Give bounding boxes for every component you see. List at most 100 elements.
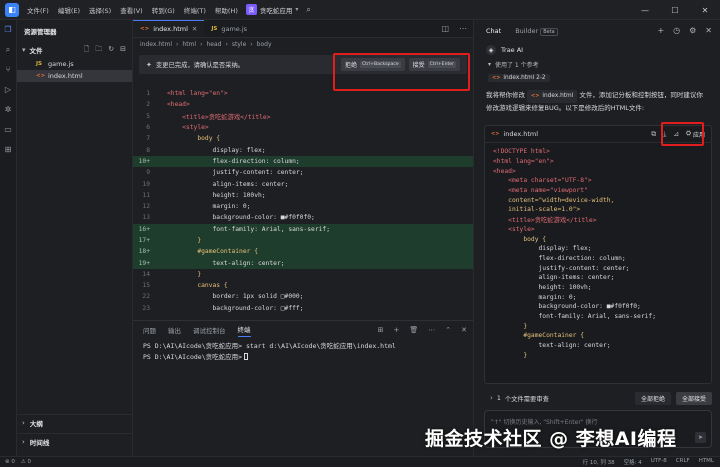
review-buttons: 全部拒绝 全部接受 [634,391,712,405]
breadcrumb-item[interactable]: head [206,41,221,48]
chevron-right-icon: › [22,437,25,446]
extensions-icon[interactable]: ⊞ [3,144,14,155]
collapse-icon[interactable]: ⊟ [120,45,126,56]
breadcrumb: index.html › html › head › style › body [133,38,473,51]
menu-view[interactable]: 查看(V) [120,5,143,15]
new-folder-icon[interactable]: 🗀 [95,45,102,56]
tab-index-html[interactable]: <> index.html ✕ [133,20,205,37]
add-terminal-icon[interactable]: + [393,326,399,334]
breadcrumb-item[interactable]: style [232,41,246,48]
history-icon[interactable]: ◷ [673,26,680,35]
code-text: <head> [167,101,190,109]
terminal-prompt[interactable]: PS D:\AI\AIcode\贪吃蛇应用> [133,351,473,361]
encoding[interactable]: UTF-8 [651,458,667,466]
reject-all-button[interactable]: 全部拒绝 [634,391,671,405]
code-line: 16+ font-family: Arial, sans-serif; [133,223,473,235]
warnings-indicator[interactable]: ⚠ 0 [21,459,31,465]
maximize-icon[interactable]: ☐ [660,6,690,15]
code-line: font-family: Arial, sans-serif; [493,313,657,321]
tab-debug-console[interactable]: 调试控制台 [193,325,226,335]
line-number: 5 [146,112,150,120]
tab-terminal[interactable]: 终端 [237,324,251,337]
close-icon[interactable]: ✕ [690,6,720,15]
explorer-icon[interactable]: ❐ [3,24,14,35]
menu-edit[interactable]: 编辑(E) [58,5,80,15]
remote-icon[interactable]: ▭ [3,124,14,135]
search-icon[interactable]: ⌕ [306,5,310,15]
new-file-icon[interactable]: 🗋 [84,45,90,56]
menu-select[interactable]: 选择(S) [89,5,111,15]
run-icon[interactable]: ▷ [3,84,14,95]
breadcrumb-item[interactable]: index.html [140,41,172,48]
more-icon[interactable]: ⋯ [428,326,435,334]
folder-tools: 🗋 🗀 ↻ ⊟ [84,45,132,56]
tab-label: index.html [153,25,188,33]
breadcrumb-item[interactable]: html [182,41,196,48]
line-number: 8 [146,146,150,154]
line-ending[interactable]: CRLF [676,458,690,466]
menu-go[interactable]: 转到(G) [152,5,175,15]
code-line: background-color: ■#f0f0f0; [493,303,641,311]
refresh-icon[interactable]: ↻ [108,45,114,56]
code-line: margin: 0; [493,293,577,301]
reference-chip[interactable]: <> index.html 2-2 [488,73,550,82]
code-line: align-items: center; [493,274,615,282]
send-icon[interactable]: ➤ [695,432,706,443]
maximize-panel-icon[interactable]: ⌃ [445,326,451,334]
debug-icon[interactable]: ✲ [3,104,14,115]
source-control-icon[interactable]: ⑂ [3,64,14,75]
code-text: body { [167,135,221,143]
timeline-section[interactable]: › 时间线 [17,433,133,449]
code-text: justify-content: center; [167,169,304,177]
split-editor-icon[interactable]: ◫ [441,24,449,33]
close-icon[interactable]: ✕ [192,25,197,33]
close-icon[interactable]: ✕ [705,26,712,35]
bottom-panel: 问题 输出 调试控制台 终端 ⊞ + 🗑 ⋯ ⌃ ✕ PS D:\AI\AIco… [133,320,473,456]
folder-header[interactable]: ▾ 文件 🗋 🗀 ↻ ⊟ [17,42,132,58]
minimize-icon[interactable]: — [630,6,660,15]
tab-output[interactable]: 输出 [168,325,181,335]
menu-help[interactable]: 帮助(H) [215,5,238,15]
html-file-icon: <> [491,131,500,137]
file-item[interactable]: JS game.js [17,58,132,70]
close-icon[interactable]: ✕ [461,326,467,334]
code-line: } [493,351,528,359]
breadcrumb-item[interactable]: body [257,41,272,48]
terminal-split-icon[interactable]: ⊞ [378,326,384,334]
file-chip[interactable]: <> index.html [527,90,578,103]
code-line: #gameContainer { [493,332,584,340]
breadcrumb-separator: › [225,41,228,48]
line-number: 9 [146,169,150,177]
more-icon[interactable]: ⋯ [459,24,467,33]
js-file-icon: JS [211,25,218,32]
settings-icon[interactable]: ⚙ [689,26,696,35]
tab-chat[interactable]: Chat [486,27,501,35]
code-line: 8 display: flex; [133,144,473,155]
search-view-icon[interactable]: ⌕ [3,44,14,55]
menu-file[interactable]: 文件(F) [27,5,49,15]
project-badge: 贪 [245,4,257,15]
tab-game-js[interactable]: JS game.js [204,20,254,37]
timeline-label: 时间线 [29,438,50,447]
file-item-selected[interactable]: <> index.html [17,70,132,82]
accept-all-button[interactable]: 全部接受 [675,391,712,405]
chevron-right-icon[interactable]: › [490,394,493,402]
code-line: 6 <style> [133,122,473,133]
project-selector[interactable]: 贪 贪吃蛇应用 ▾ [245,4,298,15]
watermark: 掘金技术社区 @ 李想AI编程 [425,428,677,450]
reference-toggle[interactable]: ▾ 使用了 1 个参考 [474,58,720,71]
copy-icon[interactable]: ⧉ [651,130,656,139]
cursor-position[interactable]: 行 10, 列 38 [583,458,615,466]
tab-builder[interactable]: Builder Beta [515,27,558,36]
tab-problems[interactable]: 问题 [143,325,156,335]
outline-section[interactable]: › 大纲 [17,414,133,430]
menu-terminal[interactable]: 终端(T) [184,5,206,15]
errors-indicator[interactable]: ⊗ 0 [5,459,15,465]
language-mode[interactable]: HTML [699,458,714,466]
title-bar: ◧ 文件(F) 编辑(E) 选择(S) 查看(V) 转到(G) 终端(T) 帮助… [0,0,720,20]
indentation[interactable]: 空格: 4 [624,458,642,466]
code-editor[interactable]: 1 <html lang="en"> 2 <head> 5 <title>贪吃蛇游戏</… [133,88,473,314]
code-line: 7 body { [133,133,473,144]
new-chat-icon[interactable]: + [657,26,664,35]
trash-icon[interactable]: 🗑 [409,326,418,334]
